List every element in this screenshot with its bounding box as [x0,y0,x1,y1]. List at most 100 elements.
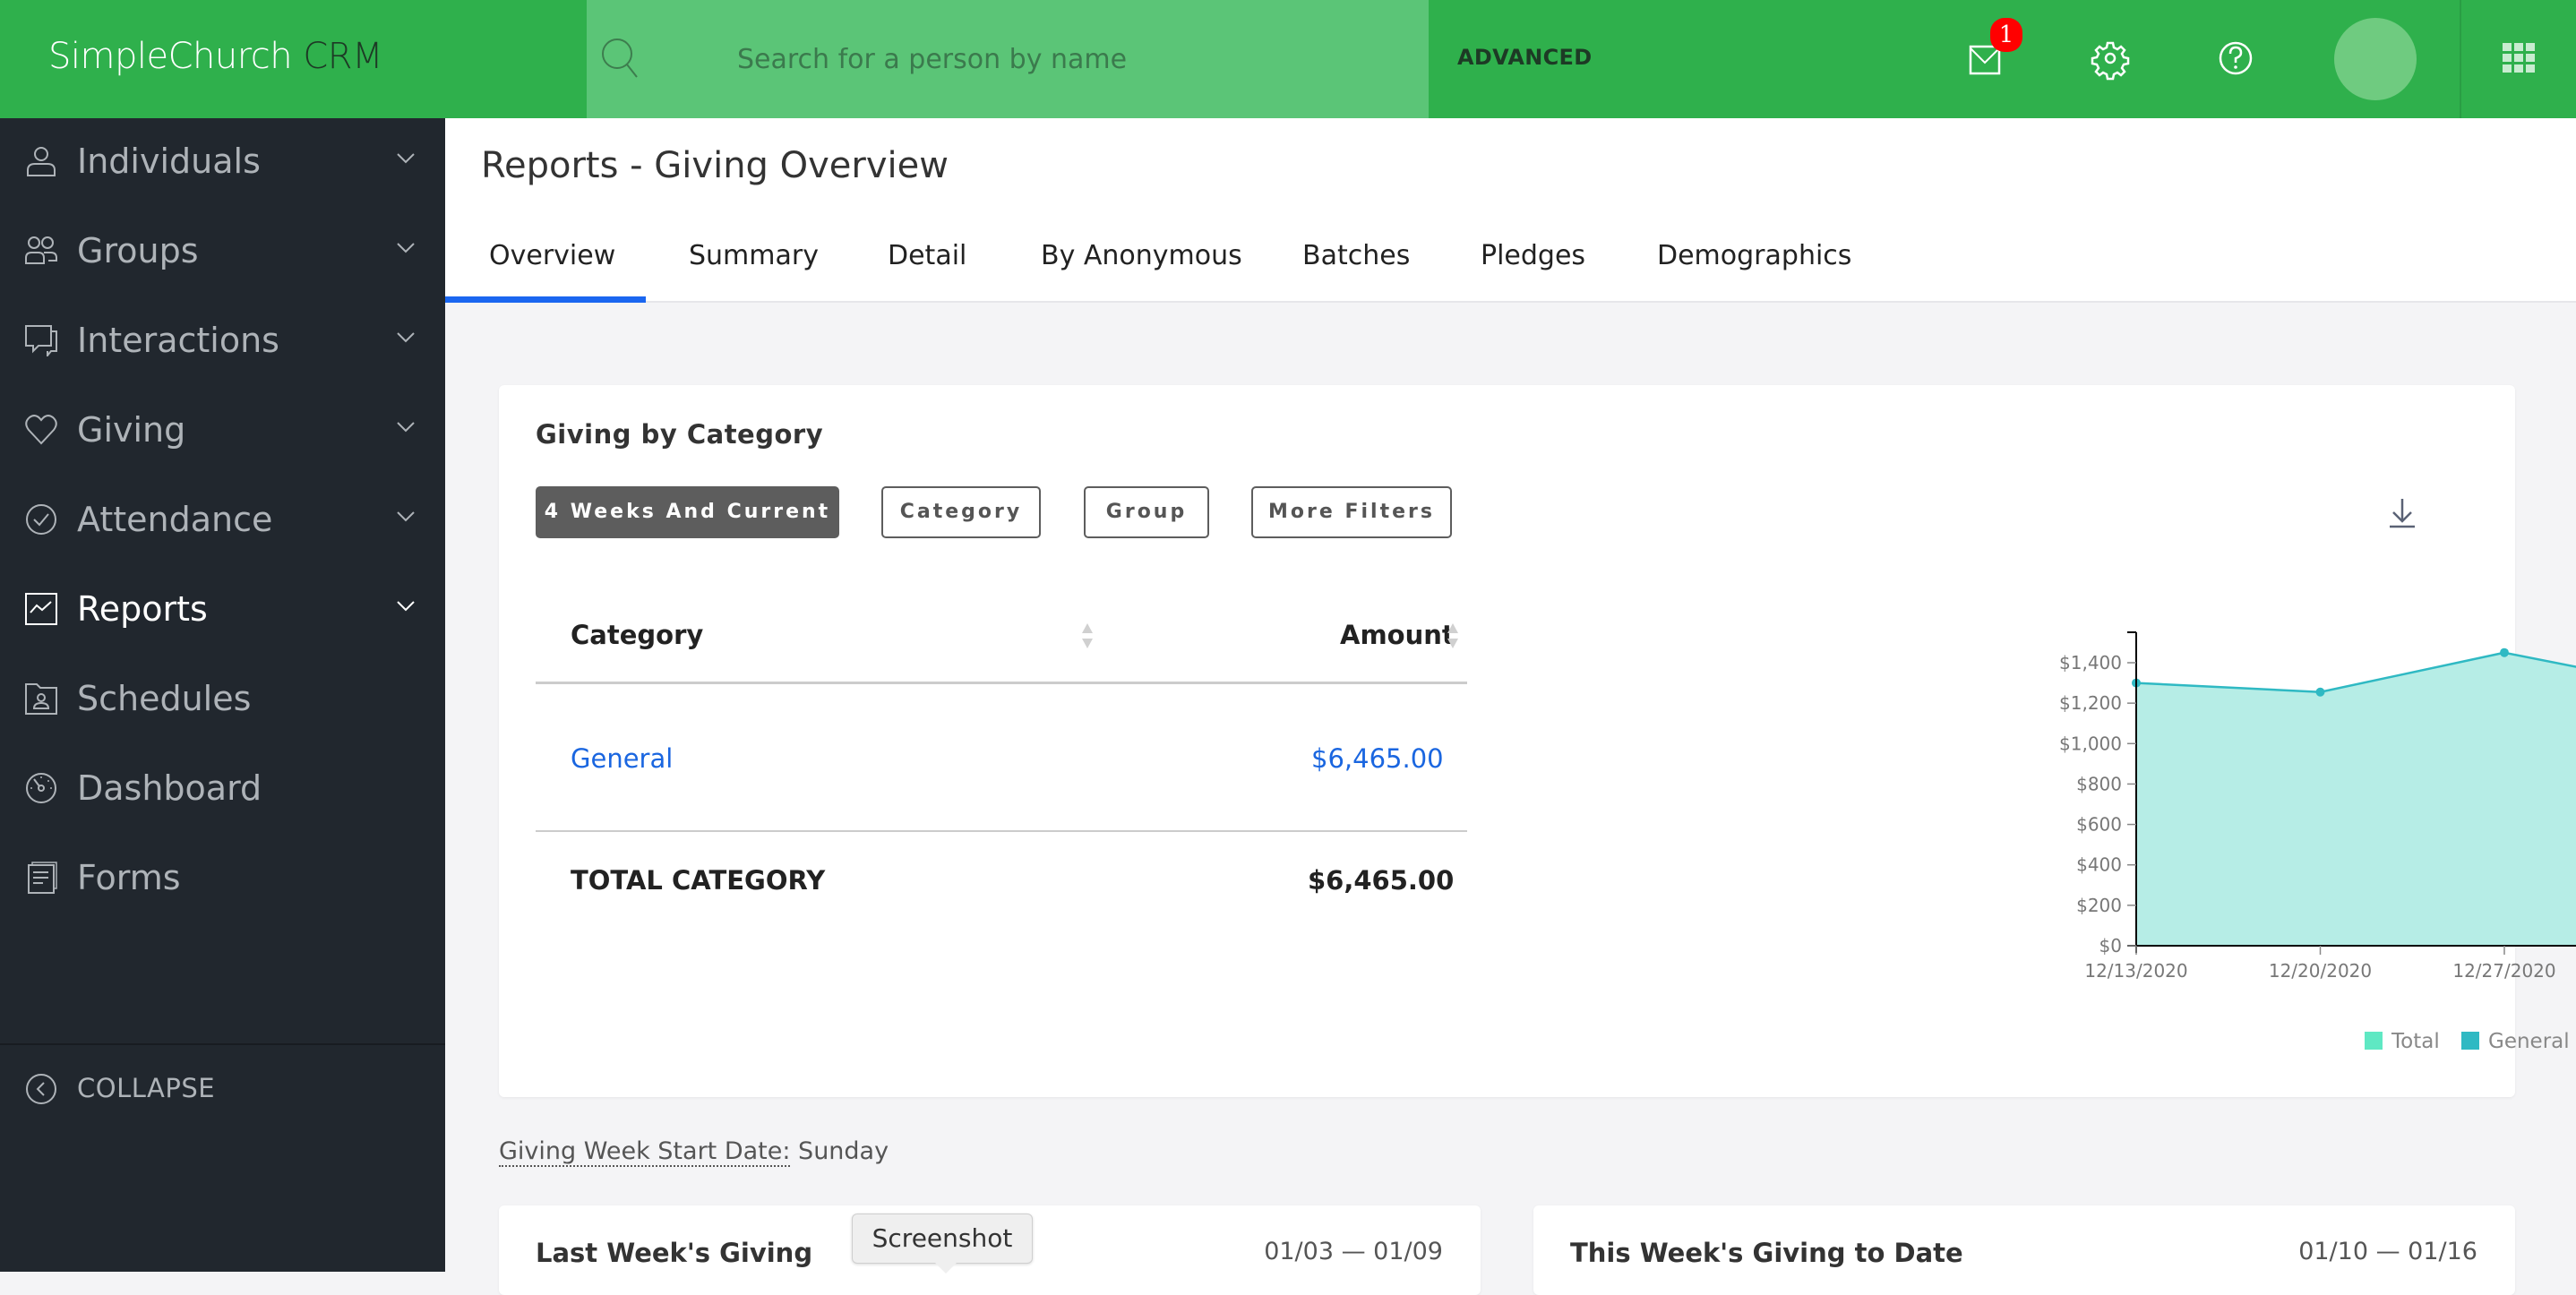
page-title: Reports - Giving Overview [481,145,949,186]
search-input[interactable] [737,34,1364,84]
date-range: 01/03 — 01/09 [1264,1238,1443,1265]
tab-overview[interactable]: Overview [445,235,646,303]
week-start-value: Sunday [790,1137,889,1165]
person-search [587,0,1429,118]
table-row-divider [536,830,1467,832]
tab-label: Detail [888,240,967,271]
tab-label: Pledges [1481,240,1586,271]
gauge-icon [26,773,56,803]
total-label: TOTAL CATEGORY [571,865,826,896]
search-icon[interactable] [599,36,644,81]
tab-label: Overview [489,240,616,271]
giving-by-category-card: Giving by Category 4 Weeks And Current C… [499,385,2576,1097]
download-icon[interactable] [2386,497,2418,529]
tab-label: Summary [689,240,819,271]
sidebar-item-reports[interactable]: Reports [0,566,445,656]
card-title: Last Week's Giving [536,1238,813,1268]
sidebar-item-label: Forms [77,858,181,897]
help-icon[interactable] [2213,36,2258,81]
column-header-category[interactable]: Category [571,620,703,650]
legend-swatch-total [2365,1032,2383,1050]
filter-date-range-button[interactable]: 4 Weeks And Current [536,486,839,538]
sidebar-item-label: Attendance [77,500,273,539]
filter-group-button[interactable]: Group [1084,486,1209,538]
more-filters-button[interactable]: More Filters [1251,486,1452,538]
legend-swatch-general [2461,1032,2479,1050]
group-icon [25,236,57,264]
area-fill [2136,652,2576,946]
sidebar-item-label: Dashboard [77,768,262,808]
sidebar-item-label: Interactions [77,321,279,360]
category-link[interactable]: General [571,743,673,774]
chevron-down-icon [397,422,415,433]
legend-label-total: Total [2391,1030,2440,1053]
y-tick-label: $1,000 [2059,733,2122,754]
sort-icon[interactable] [1446,622,1460,650]
sidebar-item-label: Individuals [77,142,261,181]
sidebar-item-individuals[interactable]: Individuals [0,118,445,208]
date-range: 01/10 — 01/16 [2298,1238,2477,1265]
y-tick-label: $600 [2076,814,2122,836]
card-title: Giving by Category [536,419,824,450]
sidebar-item-label: Giving [77,410,186,450]
sidebar-item-forms[interactable]: Forms [0,835,445,924]
chevron-down-icon [397,243,415,253]
sidebar-item-schedules[interactable]: Schedules [0,656,445,745]
schedule-folder-icon [25,683,57,715]
top-bar: SimpleChurch CRM ADVANCED 1 [0,0,2576,118]
sort-icon[interactable] [1080,622,1095,650]
y-tick-label: $800 [2076,773,2122,794]
sidebar-item-label: Groups [77,231,199,270]
sidebar-item-groups[interactable]: Groups [0,208,445,297]
brand-suffix: CRM [292,36,383,77]
page-header: Reports - Giving Overview Overview Summa… [445,118,2576,303]
filter-category-button[interactable]: Category [881,486,1041,538]
week-start-label: Giving Week Start Date: [499,1137,791,1167]
chevron-left-circle-icon [26,1074,56,1104]
gear-icon[interactable] [2088,36,2133,81]
screenshot-tooltip: Screenshot [852,1214,1033,1274]
giving-area-chart: $0 $200 $400 $600 $800 $1,000 $1,200 $1,400 12/1… [2059,631,2576,1053]
user-avatar[interactable] [2334,18,2417,100]
x-tick-label: 12/13/2020 [2084,960,2187,982]
brand-logo[interactable]: SimpleChurch CRM [48,36,383,77]
y-tick-label: $1,200 [2059,692,2122,714]
legend-label-general: General [2488,1030,2570,1053]
tab-label: Batches [1302,240,1411,271]
apps-grid-icon[interactable] [2503,43,2535,75]
check-circle-icon [26,504,56,535]
tab-label: By Anonymous [1041,240,1242,271]
advanced-search-link[interactable]: ADVANCED [1457,45,1592,70]
x-tick-label: 12/20/2020 [2269,960,2372,982]
sidebar-item-interactions[interactable]: Interactions [0,297,445,387]
header-divider [2460,0,2461,118]
data-point [2315,687,2325,697]
sidebar-item-attendance[interactable]: Attendance [0,476,445,566]
column-header-amount[interactable]: Amount [1340,620,1455,650]
y-tick-label: $1,400 [2059,652,2122,673]
forms-icon [28,862,57,894]
person-icon [27,147,56,176]
brand-name: SimpleChurch [48,36,293,77]
y-tick-label: $0 [2099,935,2122,956]
total-amount: $6,465.00 [1308,865,1455,896]
collapse-label: COLLAPSE [77,1073,216,1103]
card-title: This Week's Giving to Date [1570,1238,1963,1268]
sidebar-item-giving[interactable]: Giving [0,387,445,476]
collapse-sidebar-button[interactable]: COLLAPSE [0,1050,445,1130]
x-tick-label: 12/27/2020 [2452,960,2555,982]
giving-week-start: Giving Week Start Date: Sunday [499,1137,889,1167]
tab-label: Demographics [1657,240,1852,271]
sidebar-item-dashboard[interactable]: Dashboard [0,745,445,835]
mail-badge: 1 [1990,18,2022,52]
chevron-down-icon [397,511,415,522]
y-tick-label: $200 [2076,895,2122,916]
sidebar: Individuals Groups Interactions Giving A… [0,118,445,1272]
sidebar-item-label: Schedules [77,679,252,718]
chart-icon [25,593,57,625]
heart-icon [25,415,57,445]
data-point [2500,648,2509,657]
amount-link[interactable]: $6,465.00 [1311,743,1444,774]
sidebar-divider [0,1043,445,1045]
table-header-divider [536,682,1467,684]
